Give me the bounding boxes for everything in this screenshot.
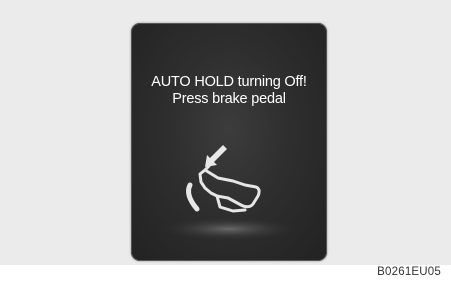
- figure-frame: AUTO HOLD turning Off! Press brake pedal: [0, 0, 451, 265]
- brake-pedal-shape: [186, 182, 200, 212]
- down-arrow-icon: [205, 145, 227, 167]
- floor-glow: [159, 217, 299, 241]
- warning-message-line-2: Press brake pedal: [172, 91, 286, 107]
- warning-message-line-1: AUTO HOLD turning Off!: [151, 74, 307, 90]
- figure-code-caption: B0261EU05: [377, 266, 441, 278]
- instrument-cluster-display: AUTO HOLD turning Off! Press brake pedal: [131, 23, 327, 261]
- foot-pressing-brake-pedal-icon: [159, 145, 299, 241]
- shoe-shape: [198, 164, 261, 213]
